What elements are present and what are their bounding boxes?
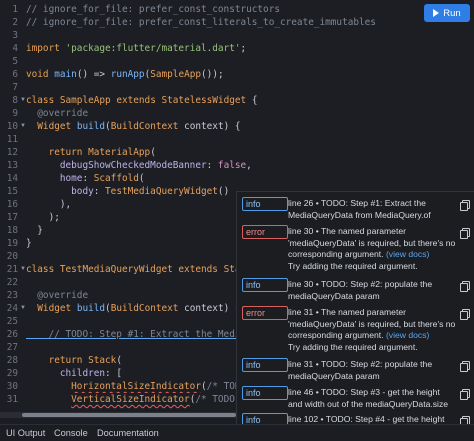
issue-message: line 31 • The named parameter 'mediaQuer…: [288, 307, 456, 352]
code-text: HorizontalSizeIndicator(/* TODO: St: [71, 381, 236, 392]
issue-severity-badge: info: [242, 413, 288, 424]
issue-severity-badge: error: [242, 306, 288, 320]
copy-icon[interactable]: [460, 281, 470, 292]
issue-message: line 102 • TODO: Step #4 - get the heigh…: [288, 414, 445, 424]
run-button[interactable]: Run: [424, 4, 470, 22]
code-editor-lines-lower: 30 HorizontalSizeIndicator(/* TODO: St: [0, 0, 236, 412]
code-line[interactable]: 30 HorizontalSizeIndicator(/* TODO: St: [0, 380, 236, 393]
copy-icon[interactable]: [460, 200, 470, 211]
issues-panel: info line 26 • TODO: Step #1: Extract th…: [236, 191, 474, 424]
issue-severity-badge: info: [242, 358, 288, 372]
copy-icon[interactable]: [460, 361, 470, 372]
tab-documentation[interactable]: Documentation: [97, 428, 159, 438]
issue-message: line 46 • TODO: Step #3 - get the height…: [288, 387, 449, 409]
issue-hint: Try adding the required argument.: [288, 341, 418, 352]
horizontal-scrollbar-thumb[interactable]: [22, 413, 236, 417]
issue-message: line 31 • TODO: Step #2: populate the me…: [288, 359, 433, 381]
tab-console[interactable]: Console: [54, 428, 88, 438]
copy-icon[interactable]: [460, 228, 470, 239]
play-icon: [433, 9, 440, 17]
issue-message: line 26 • TODO: Step #1: Extract the Med…: [288, 198, 431, 220]
issue-hint: Try adding the required argument.: [288, 260, 418, 271]
issue-message: line 30 • TODO: Step #2: populate the me…: [288, 279, 433, 301]
copy-icon[interactable]: [460, 389, 470, 400]
line-number: 30: [6, 381, 18, 392]
bottom-panel-tabs: UI Output Console Documentation: [0, 424, 474, 441]
view-docs-link[interactable]: (view docs): [386, 330, 429, 340]
run-button-label: Run: [443, 7, 461, 19]
copy-icon[interactable]: [460, 416, 470, 424]
copy-icon[interactable]: [460, 309, 470, 320]
issue-message: line 30 • The named parameter 'mediaQuer…: [288, 226, 456, 271]
issue-severity-badge: info: [242, 278, 288, 292]
issue-severity-badge: info: [242, 197, 288, 211]
issue-severity-badge: error: [242, 225, 288, 239]
view-docs-link[interactable]: (view docs): [386, 249, 429, 259]
issue-severity-badge: info: [242, 386, 288, 400]
tab-ui-output[interactable]: UI Output: [6, 428, 45, 438]
